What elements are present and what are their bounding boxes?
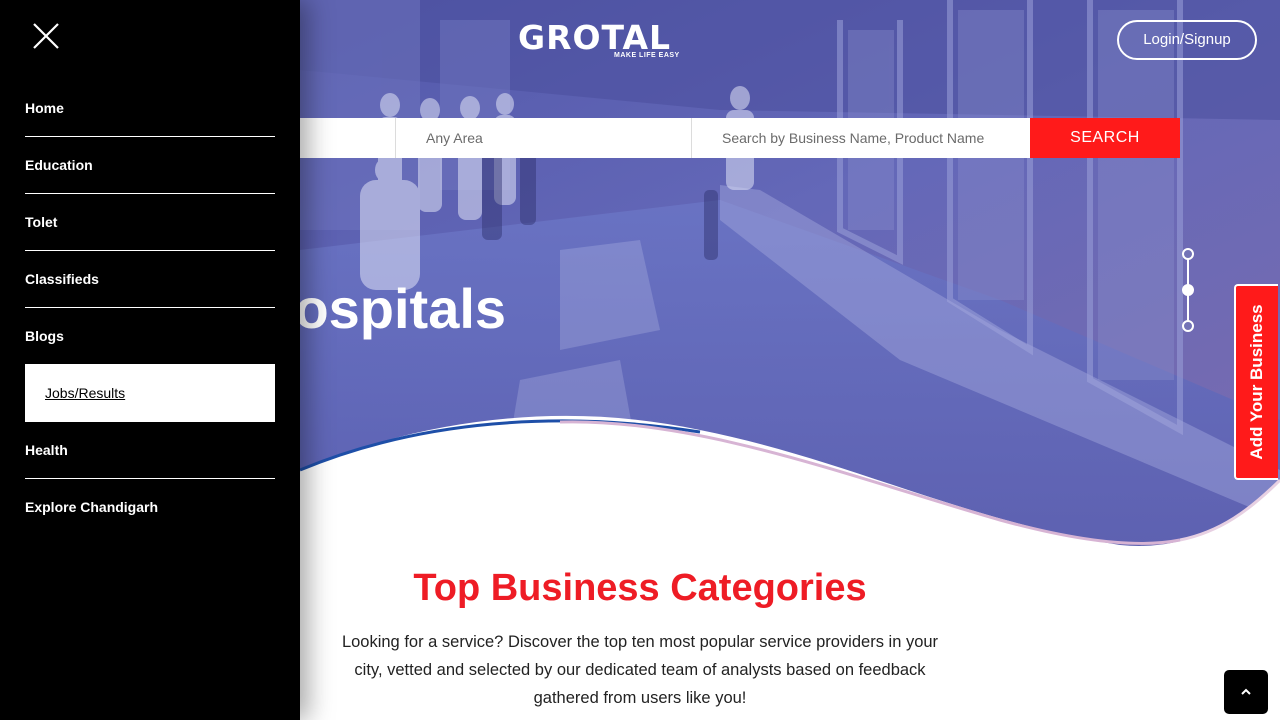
search-button[interactable]: SEARCH xyxy=(1030,118,1180,158)
sidebar-link-explore-chandigarh[interactable]: Explore Chandigarh xyxy=(25,499,158,515)
sidebar-link-blogs[interactable]: Blogs xyxy=(25,328,64,344)
area-search-input[interactable] xyxy=(396,118,691,158)
hero-slider-pagination xyxy=(1182,248,1194,332)
sidebar-link-health[interactable]: Health xyxy=(25,442,68,458)
sidebar-item-jobs-results: Jobs/Results xyxy=(25,365,275,422)
scroll-to-top-button[interactable] xyxy=(1224,670,1268,714)
sidebar-item-tolet: Tolet xyxy=(25,194,275,251)
logo-tagline: MAKE LIFE EASY xyxy=(614,52,680,59)
sidebar-item-health: Health xyxy=(25,422,275,479)
add-your-business-label: Add Your Business xyxy=(1247,304,1266,460)
hero-title: Hospitals xyxy=(300,277,507,340)
slider-dot-1[interactable] xyxy=(1182,248,1194,260)
search-city-field[interactable] xyxy=(300,118,396,158)
sidebar-link-home[interactable]: Home xyxy=(25,100,64,116)
section-title: Top Business Categories xyxy=(413,567,867,609)
search-bar: SEARCH xyxy=(300,118,1180,158)
sidebar-item-blogs: Blogs xyxy=(25,308,275,365)
sidebar-item-classifieds: Classifieds xyxy=(25,251,275,308)
sidebar-item-education: Education xyxy=(25,137,275,194)
sidebar-menu-list: Home Education Tolet Classifieds Blogs J… xyxy=(25,80,275,536)
sidebar-item-home: Home xyxy=(25,80,275,137)
add-your-business-tab[interactable]: Add Your Business xyxy=(1234,284,1278,480)
page: GROTAL MAKE LIFE EASY Login/Signup SEARC… xyxy=(0,0,1280,720)
sidebar-link-tolet[interactable]: Tolet xyxy=(25,214,57,230)
grotal-logo[interactable]: GROTAL MAKE LIFE EASY xyxy=(518,18,688,66)
sidebar-link-education[interactable]: Education xyxy=(25,157,93,173)
section-description: Looking for a service? Discover the top … xyxy=(341,633,939,707)
login-signup-button[interactable]: Login/Signup xyxy=(1117,20,1257,60)
slider-dot-3[interactable] xyxy=(1182,320,1194,332)
business-search-input[interactable] xyxy=(691,118,1030,158)
close-menu-button[interactable] xyxy=(30,20,62,52)
chevron-up-icon xyxy=(1241,688,1251,695)
sidebar-link-classifieds[interactable]: Classifieds xyxy=(25,271,99,287)
sidebar-menu: Home Education Tolet Classifieds Blogs J… xyxy=(0,0,300,720)
sidebar-item-explore-chandigarh: Explore Chandigarh xyxy=(25,479,275,536)
slider-dot-2[interactable] xyxy=(1182,284,1194,296)
close-icon xyxy=(33,23,59,49)
hero-title-container: Hospitals xyxy=(300,276,600,346)
sidebar-link-jobs-results[interactable]: Jobs/Results xyxy=(45,385,125,401)
